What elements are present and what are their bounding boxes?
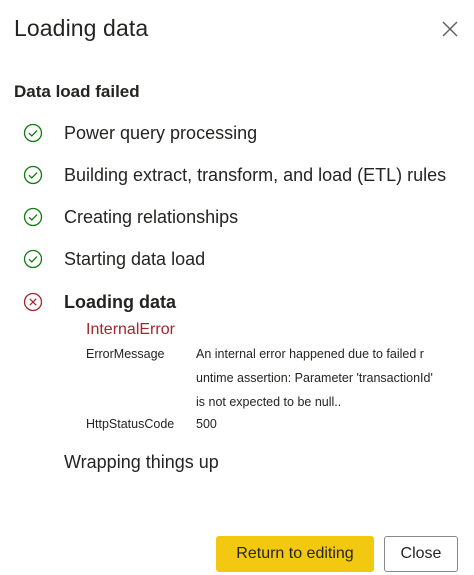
step-loading-data: Loading data bbox=[22, 287, 176, 317]
error-title: InternalError bbox=[86, 321, 175, 338]
status-heading: Data load failed bbox=[14, 82, 140, 101]
step-power-query: Power query processing bbox=[22, 118, 257, 148]
step-label: Creating relationships bbox=[64, 206, 239, 227]
error-message-key: ErrorMessage bbox=[86, 347, 165, 361]
step-relationships: Creating relationships bbox=[22, 202, 238, 232]
status-code-value: 500 bbox=[196, 417, 217, 431]
step-etl-rules: Building extract, transform, and load (E… bbox=[22, 160, 446, 190]
step-label: Power query processing bbox=[64, 122, 258, 143]
error-message-line: An internal error happened due to failed… bbox=[196, 347, 424, 361]
close-button[interactable]: Close bbox=[384, 536, 458, 572]
close-icon[interactable] bbox=[438, 17, 462, 41]
step-label: Building extract, transform, and load (E… bbox=[64, 164, 447, 185]
error-circle-icon bbox=[22, 291, 44, 313]
check-circle-icon bbox=[22, 164, 44, 186]
check-circle-icon bbox=[22, 122, 44, 144]
status-code-key: HttpStatusCode bbox=[86, 417, 175, 431]
dialog-title: Loading data bbox=[14, 15, 149, 41]
step-label: Starting data load bbox=[64, 248, 206, 269]
error-message-line: is not expected to be null.. bbox=[196, 395, 342, 409]
return-to-editing-button[interactable]: Return to editing bbox=[216, 536, 374, 572]
step-starting-load: Starting data load bbox=[22, 244, 205, 274]
step-label: Loading data bbox=[64, 291, 176, 312]
loading-data-dialog: Loading data Data load failed Power quer… bbox=[0, 0, 474, 575]
check-circle-icon bbox=[22, 248, 44, 270]
check-circle-icon bbox=[22, 206, 44, 228]
step-wrapping-up: Wrapping things up bbox=[64, 452, 219, 472]
error-message-line: untime assertion: Parameter 'transaction… bbox=[196, 371, 433, 385]
